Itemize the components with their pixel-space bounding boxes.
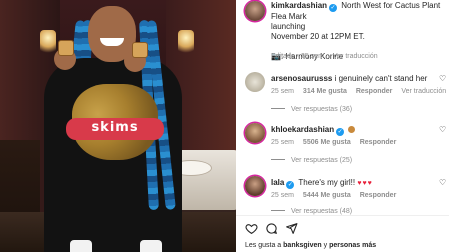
- verified-icon: ✓: [336, 128, 345, 136]
- wall-sconce-right: [178, 30, 194, 56]
- comment-likes[interactable]: 314 Me gusta: [303, 88, 347, 95]
- share-icon[interactable]: [285, 222, 298, 235]
- comment-username[interactable]: arsenosaurusss: [271, 74, 332, 83]
- comment-meta: 25 sem 5444 Me gusta Responder: [271, 192, 403, 199]
- like-heart-icon[interactable]: [245, 222, 258, 235]
- like-heart-icon[interactable]: ♡: [439, 75, 447, 83]
- like-heart-icon[interactable]: ♡: [439, 179, 447, 187]
- reply-button[interactable]: Responder: [360, 139, 397, 146]
- verified-icon: ✓: [329, 4, 338, 12]
- replies-line: [271, 159, 285, 160]
- actions-divider: [236, 215, 449, 216]
- comment-age: 25 sem: [271, 88, 294, 95]
- verified-icon: ✓: [286, 181, 295, 189]
- replies-line: [271, 108, 285, 109]
- comment-age: 25 sem: [271, 139, 294, 146]
- comment-body: There's my girl!!: [298, 178, 356, 187]
- comment-text: khloekardashian ✓: [271, 125, 447, 136]
- see-translation-link[interactable]: Ver traducción: [401, 88, 446, 95]
- bear-emoji-icon: [348, 126, 356, 133]
- cookie-left: [58, 40, 74, 56]
- shoe-left: [70, 240, 92, 252]
- like-heart-icon[interactable]: ♡: [439, 126, 447, 134]
- see-translation-link[interactable]: Ver traducción: [333, 53, 378, 60]
- edited-label: Editado · 25 sem: [271, 53, 324, 60]
- comment-username[interactable]: lala: [271, 178, 284, 187]
- comment-username[interactable]: khloekardashian: [271, 125, 334, 134]
- view-replies-button[interactable]: Ver respuestas (25): [271, 157, 352, 164]
- view-replies-label: Ver respuestas (36): [291, 106, 353, 113]
- view-replies-button[interactable]: Ver respuestas (36): [271, 106, 352, 113]
- comment-text: arsenosaurusss i genuinely can't stand h…: [271, 74, 447, 84]
- replies-line: [271, 210, 285, 211]
- caption-line-2: launching: [271, 22, 306, 31]
- commenter-avatar[interactable]: [245, 72, 265, 92]
- comment-meta: 25 sem 314 Me gusta Responder Ver traduc…: [271, 88, 449, 95]
- commenter-avatar[interactable]: [245, 176, 265, 196]
- comment-likes[interactable]: 5506 Me gusta: [303, 139, 351, 146]
- likes-prefix: Les gusta a: [245, 242, 282, 249]
- sweatshirt-text: skims: [91, 120, 139, 135]
- likes-summary: Les gusta a banksgiven y personas más: [245, 242, 376, 249]
- likes-others-link[interactable]: personas más: [329, 242, 376, 249]
- caption-username[interactable]: kimkardashian: [271, 1, 327, 10]
- view-replies-label: Ver respuestas (48): [291, 208, 353, 215]
- comment-age: 25 sem: [271, 192, 294, 199]
- caption-line-3: November 20 at 12PM ET.: [271, 32, 365, 41]
- cookie-right: [132, 42, 148, 58]
- post-photo[interactable]: skims: [0, 0, 236, 252]
- comment-icon[interactable]: [265, 222, 278, 235]
- caption-meta: Editado · 25 sem Ver traducción: [271, 53, 385, 60]
- comments-panel[interactable]: kimkardashian ✓ North West for Cactus Pla…: [236, 0, 449, 252]
- comment-body: i genuinely can't stand her: [334, 74, 428, 83]
- comment-likes[interactable]: 5444 Me gusta: [303, 192, 351, 199]
- commenter-avatar[interactable]: [245, 123, 265, 143]
- author-avatar[interactable]: [245, 1, 265, 21]
- wall-sconce-left: [40, 30, 56, 56]
- reply-button[interactable]: Responder: [360, 192, 397, 199]
- red-hearts-emoji: ♥♥♥: [357, 180, 373, 187]
- view-replies-label: Ver respuestas (25): [291, 157, 353, 164]
- shoe-right: [140, 240, 162, 252]
- likes-suffix: y: [323, 242, 328, 249]
- view-replies-button[interactable]: Ver respuestas (48): [271, 208, 352, 215]
- comment-text: lala ✓ There's my girl!! ♥♥♥: [271, 178, 447, 189]
- likes-user-link[interactable]: banksgiven: [283, 242, 322, 249]
- reply-button[interactable]: Responder: [356, 88, 393, 95]
- comment-meta: 25 sem 5506 Me gusta Responder: [271, 139, 403, 146]
